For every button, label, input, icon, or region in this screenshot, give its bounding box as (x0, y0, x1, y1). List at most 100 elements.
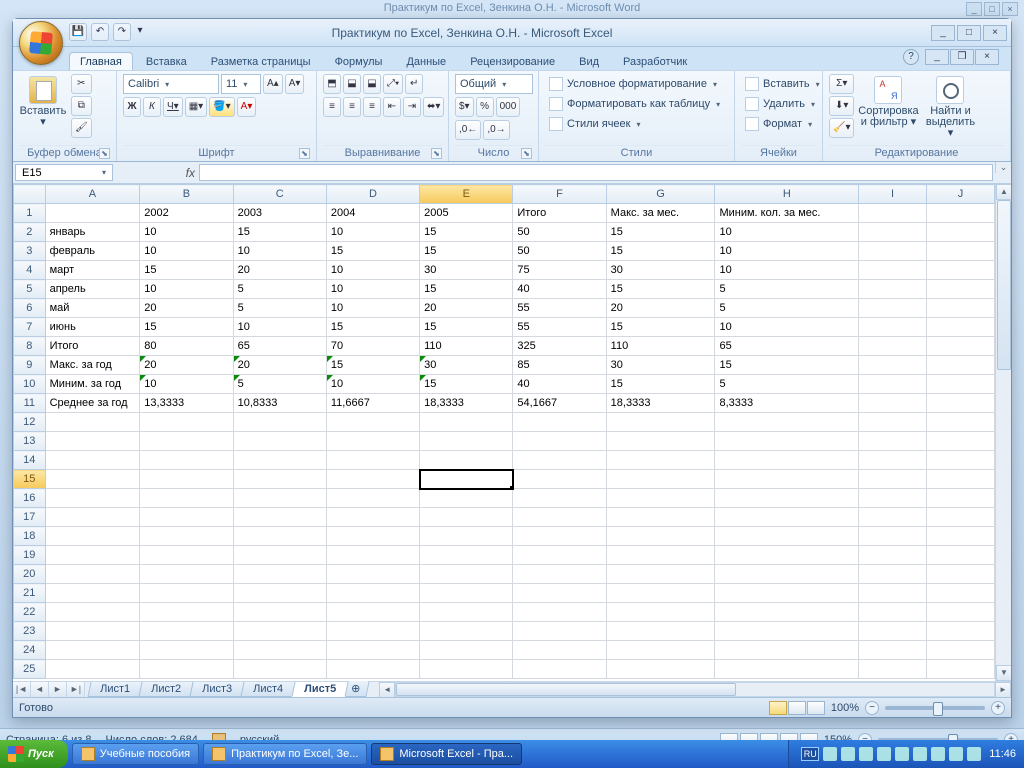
cell[interactable]: Макс. за мес. (606, 204, 715, 223)
column-header-A[interactable]: A (45, 185, 140, 204)
cell[interactable] (140, 565, 233, 584)
cell[interactable] (233, 584, 326, 603)
cell[interactable] (606, 413, 715, 432)
select-all-corner[interactable] (14, 185, 46, 204)
cell[interactable]: 15 (606, 223, 715, 242)
cell[interactable] (420, 451, 513, 470)
cell[interactable]: 8,3333 (715, 394, 859, 413)
cell[interactable] (140, 432, 233, 451)
row-header-24[interactable]: 24 (14, 641, 46, 660)
sheet-tab-Лист1[interactable]: Лист1 (87, 682, 142, 697)
cell[interactable] (45, 508, 140, 527)
merge-center-icon[interactable]: ⬌▾ (423, 97, 444, 117)
cell[interactable] (606, 603, 715, 622)
cell[interactable] (926, 584, 994, 603)
cell[interactable] (715, 451, 859, 470)
cell[interactable] (45, 413, 140, 432)
cell[interactable] (859, 204, 927, 223)
cell[interactable] (420, 641, 513, 660)
cell[interactable] (859, 223, 927, 242)
column-header-E[interactable]: E (420, 185, 513, 204)
row-header-18[interactable]: 18 (14, 527, 46, 546)
cell[interactable] (859, 546, 927, 565)
cell[interactable] (513, 622, 606, 641)
format-painter-icon[interactable]: 🖌 (71, 118, 92, 138)
cell[interactable] (859, 299, 927, 318)
cell[interactable]: 40 (513, 375, 606, 394)
row-header-19[interactable]: 19 (14, 546, 46, 565)
cell[interactable] (140, 603, 233, 622)
borders-icon[interactable]: ▦▾ (185, 97, 207, 117)
column-header-G[interactable]: G (606, 185, 715, 204)
cell[interactable]: 40 (513, 280, 606, 299)
cell[interactable] (715, 603, 859, 622)
row-header-2[interactable]: 2 (14, 223, 46, 242)
row-header-14[interactable]: 14 (14, 451, 46, 470)
cell[interactable] (715, 413, 859, 432)
cell[interactable] (513, 603, 606, 622)
cell[interactable]: 5 (233, 375, 326, 394)
cell[interactable]: 10 (140, 223, 233, 242)
number-launcher[interactable]: ⬊ (521, 148, 532, 159)
clipboard-launcher[interactable]: ⬊ (99, 148, 110, 159)
zoom-in[interactable]: + (991, 701, 1005, 715)
cell[interactable] (326, 489, 419, 508)
cell[interactable] (859, 489, 927, 508)
cell[interactable]: 70 (326, 337, 419, 356)
cell[interactable]: 10 (326, 375, 419, 394)
tab-page-layout[interactable]: Разметка страницы (200, 52, 322, 70)
row-header-11[interactable]: 11 (14, 394, 46, 413)
tab-nav-last[interactable]: ►| (67, 682, 85, 697)
cell[interactable] (140, 546, 233, 565)
cell[interactable] (326, 603, 419, 622)
cell[interactable] (513, 660, 606, 679)
cell[interactable]: 5 (233, 299, 326, 318)
cell[interactable] (326, 584, 419, 603)
excel-close[interactable]: × (983, 25, 1007, 41)
tab-formulas[interactable]: Формулы (324, 52, 394, 70)
cell[interactable] (513, 489, 606, 508)
cell[interactable] (140, 413, 233, 432)
cell[interactable] (45, 489, 140, 508)
cell[interactable] (606, 584, 715, 603)
sort-filter-button[interactable]: Сортировка и фильтр ▾ (858, 74, 918, 128)
cell[interactable] (859, 508, 927, 527)
tab-nav-first[interactable]: |◄ (13, 682, 31, 697)
scroll-up-icon[interactable]: ▲ (996, 184, 1011, 200)
cell[interactable] (859, 375, 927, 394)
italic-button[interactable]: К (143, 97, 161, 117)
row-header-12[interactable]: 12 (14, 413, 46, 432)
cell[interactable] (926, 565, 994, 584)
tray-icon[interactable] (949, 747, 963, 761)
cell[interactable] (606, 660, 715, 679)
cell[interactable]: 11,6667 (326, 394, 419, 413)
cell[interactable] (420, 603, 513, 622)
taskbar-button[interactable]: Учебные пособия (72, 743, 199, 765)
taskbar-button[interactable]: Microsoft Excel - Пра... (371, 743, 522, 765)
word-close[interactable]: × (1002, 2, 1018, 16)
align-left-icon[interactable]: ≡ (323, 97, 341, 117)
cell[interactable]: 10 (715, 318, 859, 337)
align-bottom-icon[interactable]: ⬓ (363, 74, 381, 94)
start-button[interactable]: Пуск (0, 740, 68, 768)
sheet-tab-Лист3[interactable]: Лист3 (189, 682, 244, 697)
clock[interactable]: 11:46 (989, 748, 1016, 760)
cell[interactable] (45, 603, 140, 622)
cell[interactable] (513, 584, 606, 603)
tab-insert[interactable]: Вставка (135, 52, 198, 70)
cell[interactable] (926, 470, 994, 489)
row-header-23[interactable]: 23 (14, 622, 46, 641)
cell[interactable] (45, 470, 140, 489)
cell[interactable]: 10 (140, 242, 233, 261)
zoom-slider[interactable] (885, 706, 985, 710)
cell[interactable]: 10 (715, 242, 859, 261)
cell[interactable] (606, 489, 715, 508)
row-header-16[interactable]: 16 (14, 489, 46, 508)
sheet-tab-Лист5[interactable]: Лист5 (292, 682, 349, 697)
shrink-font-icon[interactable]: A▾ (285, 74, 305, 94)
cell[interactable]: 110 (606, 337, 715, 356)
cell[interactable] (140, 527, 233, 546)
view-page-break[interactable] (807, 701, 825, 715)
cell[interactable] (233, 603, 326, 622)
cell[interactable] (140, 451, 233, 470)
